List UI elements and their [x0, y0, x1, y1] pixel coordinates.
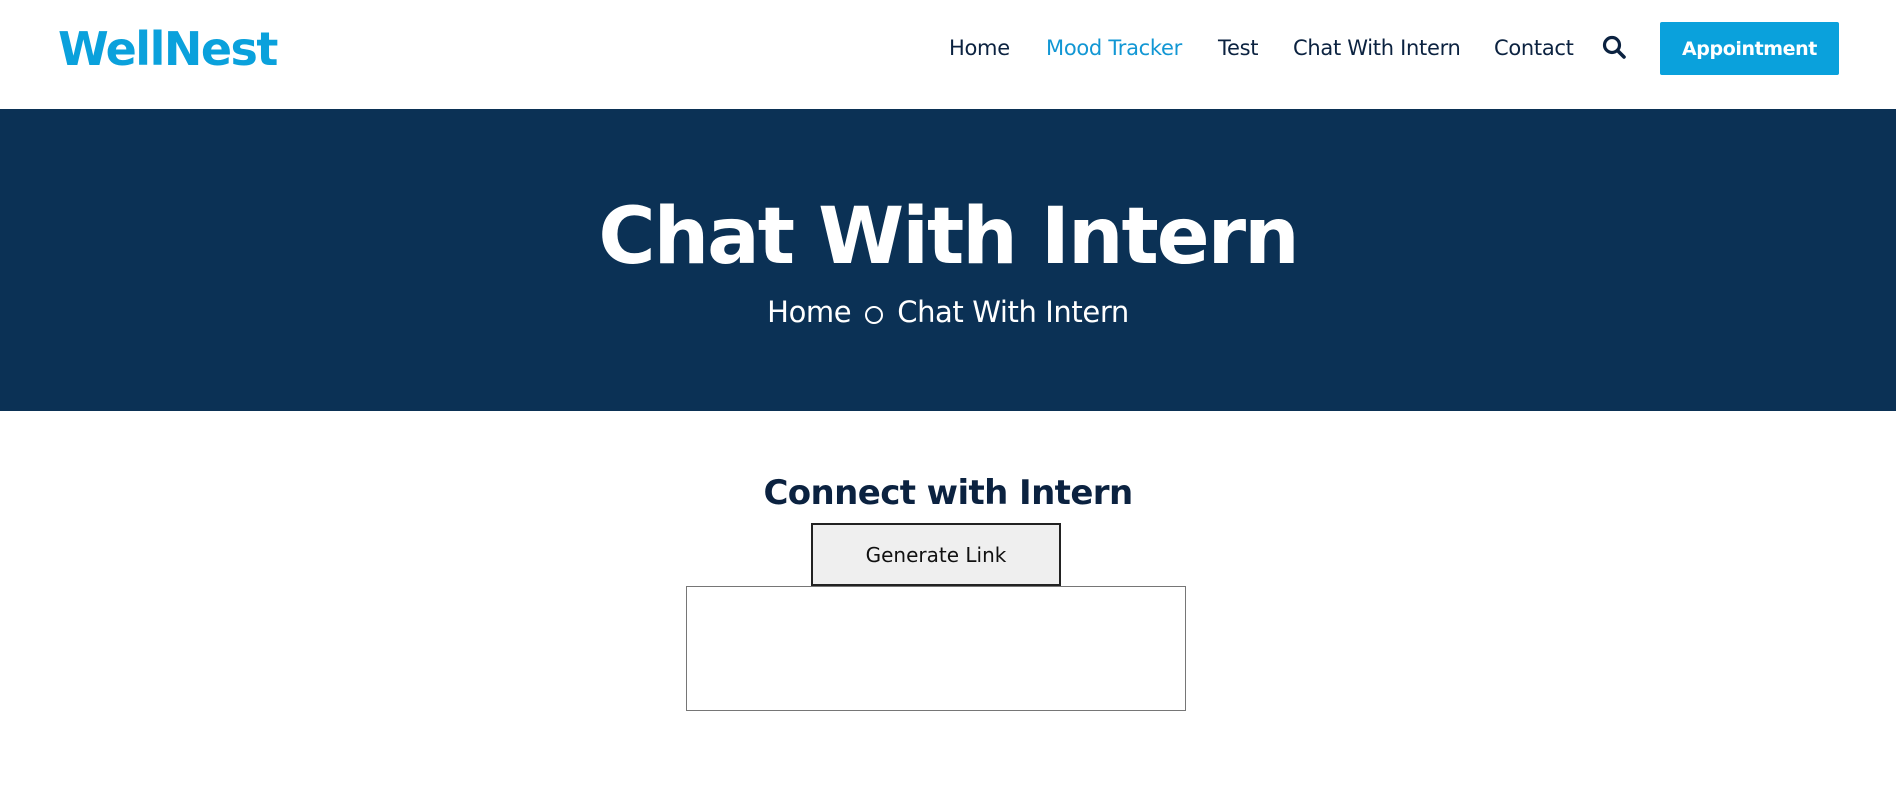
section-title: Connect with Intern [763, 473, 1133, 513]
breadcrumb-home-link[interactable]: Home [767, 292, 851, 332]
circle-separator-icon [865, 306, 884, 324]
appointment-button[interactable]: Appointment [1660, 22, 1839, 75]
nav-item-chat-with-intern[interactable]: Chat With Intern [1293, 34, 1461, 62]
breadcrumb-current: Chat With Intern [897, 295, 1129, 329]
nav-item-mood-tracker[interactable]: Mood Tracker [1046, 34, 1182, 62]
page-banner: Chat With Intern Home Chat With Intern [0, 109, 1896, 411]
nav-item-home[interactable]: Home [949, 34, 1010, 62]
page-title: Chat With Intern [598, 192, 1299, 282]
site-header: WellNest Home Mood Tracker Test Chat Wit… [0, 0, 1896, 109]
search-icon[interactable] [1602, 34, 1628, 62]
nav-item-test[interactable]: Test [1218, 34, 1258, 62]
generate-link-button[interactable]: Generate Link [811, 523, 1061, 586]
brand-logo[interactable]: WellNest [58, 20, 278, 78]
breadcrumb: Home Chat With Intern [0, 292, 1896, 332]
nav-item-contact[interactable]: Contact [1494, 34, 1574, 62]
link-output-field[interactable] [686, 586, 1186, 711]
